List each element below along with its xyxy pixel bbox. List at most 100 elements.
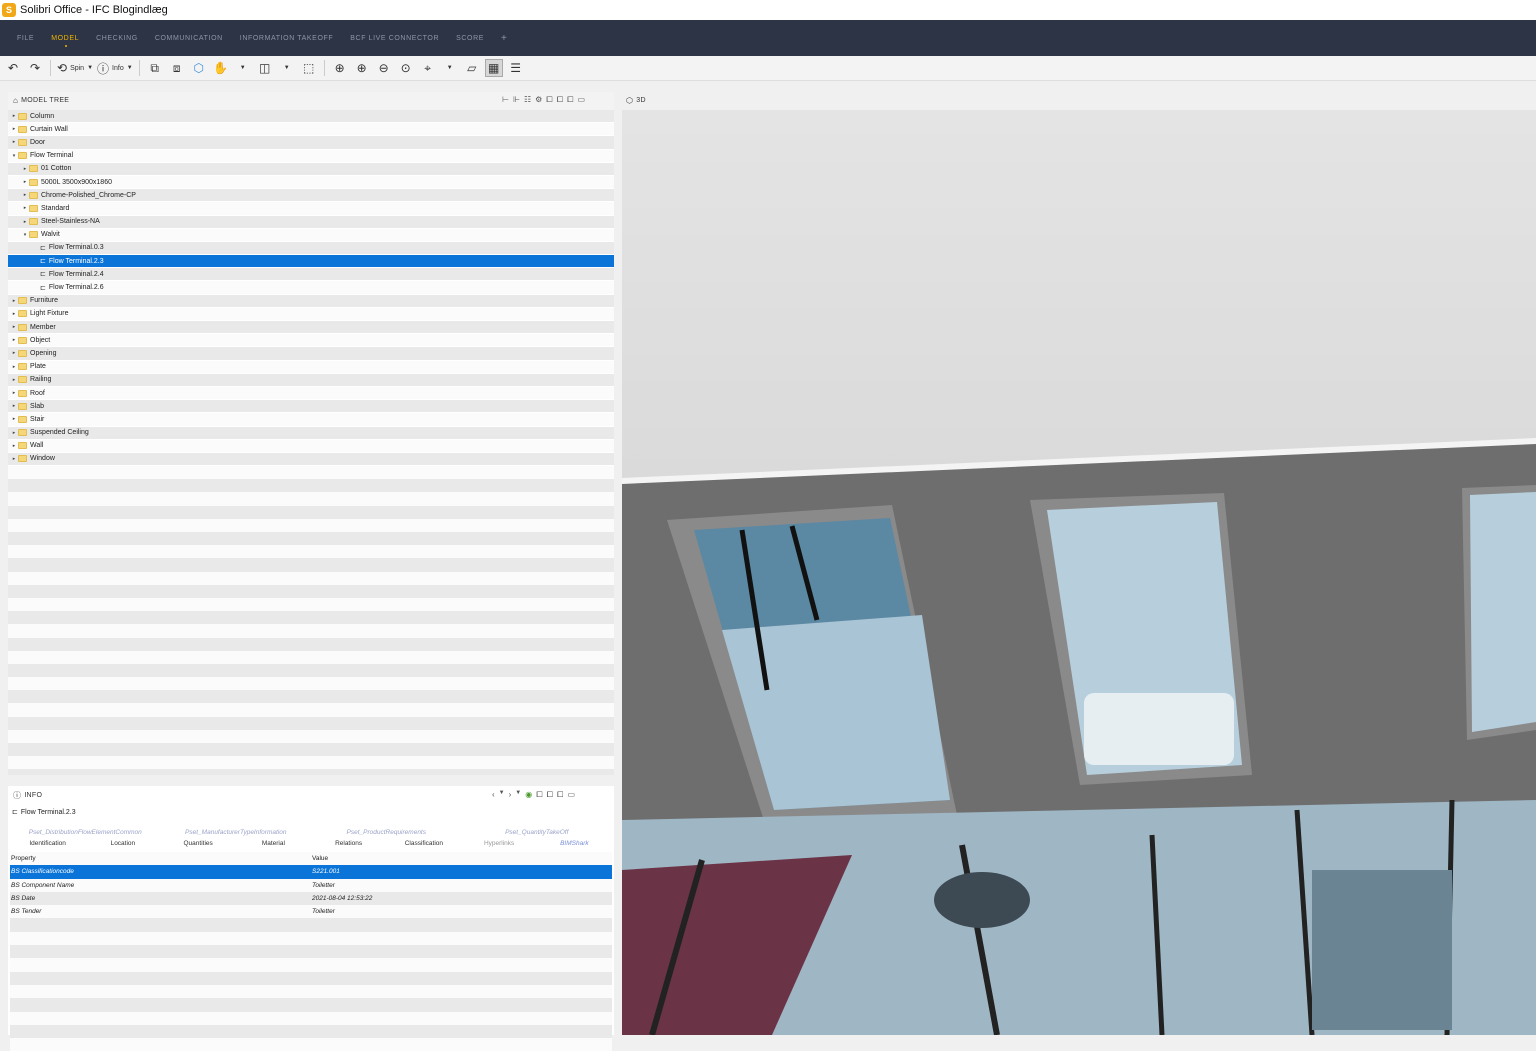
expand-arrow-icon[interactable]: ▸ xyxy=(10,298,18,304)
menu-model[interactable]: MODEL xyxy=(51,35,79,47)
filter-dropdown-icon[interactable]: ▼ xyxy=(515,790,521,800)
expand-arrow-icon[interactable]: ▸ xyxy=(10,139,18,145)
tree-row[interactable]: ▸ Wall xyxy=(8,439,614,453)
tree-row[interactable]: ▸ Opening xyxy=(8,347,614,361)
tab-location[interactable]: Location xyxy=(85,840,160,847)
tree-row[interactable]: ▸ Suspended Ceiling xyxy=(8,426,614,440)
expand-arrow-icon[interactable]: ▸ xyxy=(10,126,18,132)
tree-row[interactable]: ⊏ Flow Terminal.2.4 xyxy=(8,268,614,282)
layers-icon[interactable]: ☰ xyxy=(507,59,525,77)
chevron-down-icon[interactable]: ▼ xyxy=(234,59,252,77)
highlight-icon[interactable]: ◉ xyxy=(525,790,532,800)
map-icon[interactable]: ▦ xyxy=(484,59,503,77)
back-icon[interactable]: ‹ xyxy=(492,790,495,800)
spin-button[interactable]: ⟲ Spin ▼ xyxy=(57,59,93,77)
tab-classification[interactable]: Classification xyxy=(386,840,461,847)
tab-pset[interactable]: Pset_ManufacturerTypeInformation xyxy=(161,829,312,836)
history-dropdown-icon[interactable]: ▼ xyxy=(499,790,505,800)
panel-maximize-icon[interactable]: ▭ xyxy=(578,95,586,105)
column-header-property[interactable]: Property xyxy=(10,855,310,862)
column-header-value[interactable]: Value xyxy=(310,855,612,862)
undo-icon[interactable]: ↶ xyxy=(4,59,22,77)
tab-identification[interactable]: Identification xyxy=(10,840,85,847)
tab-pset[interactable]: Pset_DistributionFlowElementCommon xyxy=(10,829,161,836)
expand-arrow-icon[interactable]: ▸ xyxy=(10,430,18,436)
tree-row[interactable]: ▸ Chrome-Polished_Chrome-CP xyxy=(8,189,614,203)
tree-row[interactable]: ▾ Flow Terminal xyxy=(8,149,614,163)
expand-arrow-icon[interactable]: ▸ xyxy=(21,166,29,172)
info-button[interactable]: ⓘ Info ▼ xyxy=(97,59,133,77)
chevron-down-icon[interactable]: ▼ xyxy=(278,59,296,77)
panel-copy-icon[interactable]: ⧠ xyxy=(536,790,542,800)
3d-viewport[interactable] xyxy=(622,110,1536,1035)
zoom-out-icon[interactable]: ⊖ xyxy=(375,59,393,77)
tree-row[interactable]: ▸ Door xyxy=(8,136,614,150)
redo-icon[interactable]: ↷ xyxy=(26,59,44,77)
expand-arrow-icon[interactable]: ▸ xyxy=(10,403,18,409)
tree-row[interactable]: ▸ Window xyxy=(8,452,614,467)
menu-score[interactable]: SCORE xyxy=(456,35,484,42)
forward-icon[interactable]: › xyxy=(509,790,512,800)
zoom-selection-icon[interactable]: ⊙ xyxy=(397,59,415,77)
collapse-arrow-icon[interactable]: ▾ xyxy=(21,232,29,238)
tree-list-icon[interactable]: ☷ xyxy=(524,95,531,105)
tree-row[interactable]: ▸ Furniture xyxy=(8,294,614,308)
expand-arrow-icon[interactable]: ▸ xyxy=(21,205,29,211)
tree-row[interactable]: ▸ Light Fixture xyxy=(8,307,614,321)
menu-information-takeoff[interactable]: INFORMATION TAKEOFF xyxy=(240,35,333,42)
floor-plan-icon[interactable]: ▱ xyxy=(463,59,481,77)
table-row[interactable]: BS Tender Toiletter xyxy=(10,905,612,919)
panel-float-icon[interactable]: ⧠ xyxy=(557,790,563,800)
tab-hyperlinks[interactable]: Hyperlinks xyxy=(462,840,537,847)
menu-checking[interactable]: CHECKING xyxy=(96,35,138,42)
panel-maximize-icon[interactable]: ▭ xyxy=(567,790,575,800)
chevron-down-icon[interactable]: ▼ xyxy=(441,59,459,77)
expand-arrow-icon[interactable]: ▸ xyxy=(10,416,18,422)
expand-arrow-icon[interactable]: ▸ xyxy=(10,337,18,343)
expand-arrow-icon[interactable]: ▸ xyxy=(10,443,18,449)
tree-row[interactable]: ▸ Column xyxy=(8,110,614,124)
tree-row[interactable]: ▸ Plate xyxy=(8,360,614,374)
table-row[interactable]: BS Component Name Toiletter xyxy=(10,878,612,892)
expand-arrow-icon[interactable]: ▸ xyxy=(10,311,18,317)
tree-row[interactable]: ▸ Object xyxy=(8,334,614,348)
zoom-fit-icon[interactable]: ⊕ xyxy=(331,59,349,77)
zoom-in-icon[interactable]: ⊕ xyxy=(353,59,371,77)
tab-bimshark[interactable]: BIMShark xyxy=(537,840,612,847)
table-row[interactable]: BS Date 2021-08-04 12:53:22 xyxy=(10,891,612,906)
panel-float-icon[interactable]: ⧠ xyxy=(567,95,573,105)
tree-row[interactable]: ▸ Member xyxy=(8,321,614,335)
show-all-icon[interactable]: ⧉ xyxy=(146,59,164,77)
expand-arrow-icon[interactable]: ▸ xyxy=(10,377,18,383)
menu-bcf-live-connector[interactable]: BCF LIVE CONNECTOR xyxy=(350,35,439,42)
expand-arrow-icon[interactable]: ▸ xyxy=(10,364,18,370)
section-box-icon[interactable]: ⬚ xyxy=(300,59,318,77)
add-tab-button[interactable]: + xyxy=(501,33,507,44)
panel-duplicate-icon[interactable]: ⧠ xyxy=(547,790,553,800)
tree-filter-icon[interactable]: ⊩ xyxy=(513,95,520,105)
tree-row[interactable]: ▸ Railing xyxy=(8,373,614,387)
tab-quantities[interactable]: Quantities xyxy=(161,840,236,847)
expand-arrow-icon[interactable]: ▸ xyxy=(10,350,18,356)
panel-duplicate-icon[interactable]: ⧠ xyxy=(557,95,563,105)
tree-layout-icon[interactable]: ⊢ xyxy=(502,95,509,105)
tree-row[interactable]: ▸ 01 Cotton xyxy=(8,162,614,176)
tree-row[interactable]: ⊏ Flow Terminal.2.3 xyxy=(8,255,614,269)
tree-row[interactable]: ⊏ Flow Terminal.2.6 xyxy=(8,281,614,295)
expand-arrow-icon[interactable]: ▸ xyxy=(10,324,18,330)
tree-row[interactable]: ▸ Stair xyxy=(8,413,614,427)
menu-communication[interactable]: COMMUNICATION xyxy=(155,35,223,42)
panel-copy-icon[interactable]: ⧠ xyxy=(546,95,552,105)
tree-row[interactable]: ▸ Standard xyxy=(8,202,614,216)
expand-arrow-icon[interactable]: ▸ xyxy=(21,192,29,198)
tree-row[interactable]: ▸ Curtain Wall xyxy=(8,123,614,137)
expand-arrow-icon[interactable]: ▸ xyxy=(10,390,18,396)
hand-icon[interactable]: ✋ xyxy=(212,59,230,77)
tree-row[interactable]: ▸ 5000L 3500x900x1860 xyxy=(8,175,614,190)
collapse-arrow-icon[interactable]: ▾ xyxy=(10,153,18,159)
expand-arrow-icon[interactable]: ▸ xyxy=(21,219,29,225)
tab-relations[interactable]: Relations xyxy=(311,840,386,847)
tree-row[interactable]: ▸ Slab xyxy=(8,400,614,414)
expand-arrow-icon[interactable]: ▸ xyxy=(10,456,18,462)
tree-row[interactable]: ▸ Roof xyxy=(8,386,614,401)
